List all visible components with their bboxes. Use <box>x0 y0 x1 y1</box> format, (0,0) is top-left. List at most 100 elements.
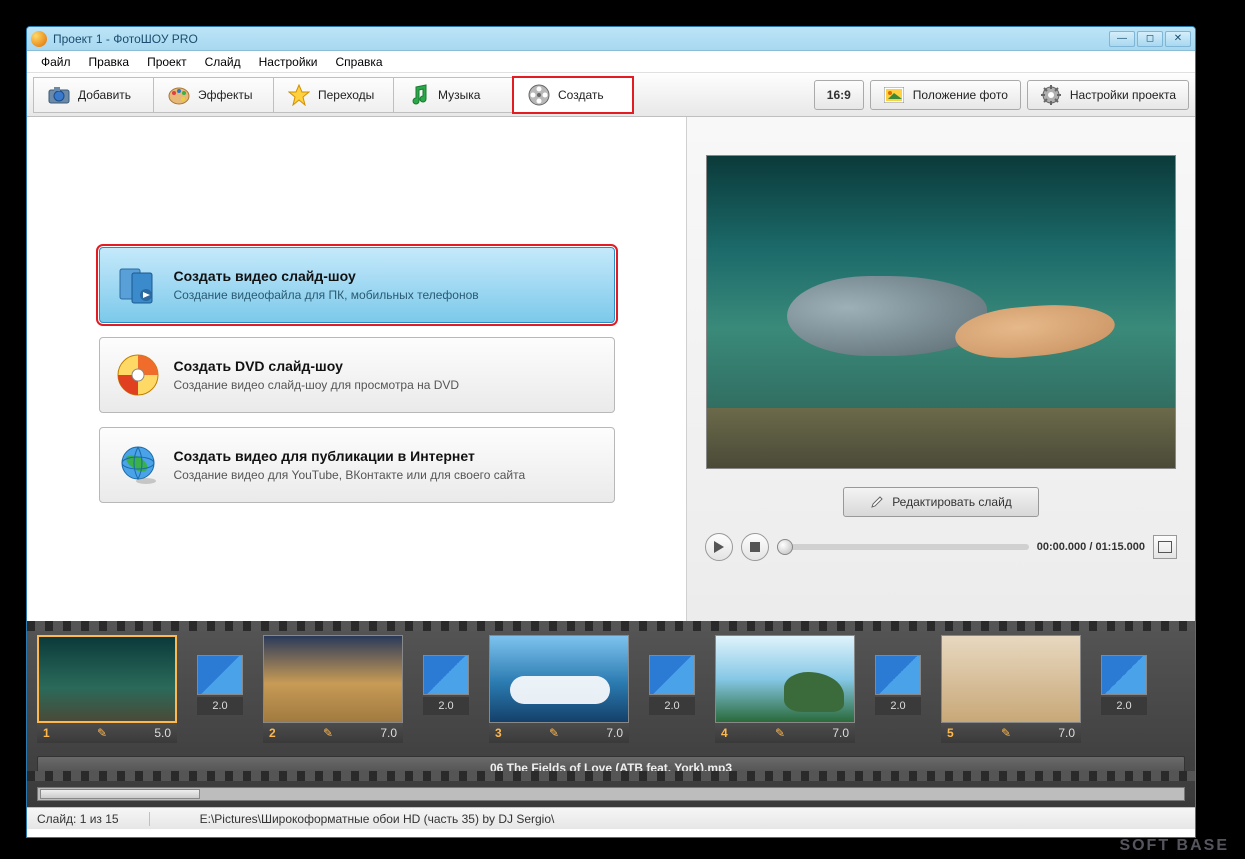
star-icon <box>288 84 310 106</box>
transition-1-dur: 2.0 <box>197 697 243 715</box>
timeline: 1✎5.0 2.0 2✎7.0 2.0 3✎7.0 2.0 4✎7.0 2.0 … <box>27 621 1195 807</box>
slide-2-num: 2 <box>269 726 276 740</box>
menubar: Файл Правка Проект Слайд Настройки Справ… <box>27 51 1195 73</box>
seek-track[interactable] <box>777 544 1029 550</box>
transition-4[interactable]: 2.0 <box>873 655 923 715</box>
create-dvd-desc: Создание видео слайд-шоу для просмотра н… <box>174 378 460 392</box>
transition-2-dur: 2.0 <box>423 697 469 715</box>
edit-slide-button[interactable]: Редактировать слайд <box>843 487 1039 517</box>
stop-button[interactable] <box>741 533 769 561</box>
pencil-icon <box>870 495 884 509</box>
window-title: Проект 1 - ФотоШОУ PRO <box>53 32 1109 46</box>
gear-icon <box>1040 84 1062 106</box>
tab-create[interactable]: Создать <box>513 77 633 113</box>
watermark: SOFT BASE <box>1119 837 1229 855</box>
transition-3[interactable]: 2.0 <box>647 655 697 715</box>
transition-3-dur: 2.0 <box>649 697 695 715</box>
camera-icon <box>48 84 70 106</box>
app-window: Проект 1 - ФотоШОУ PRO ― ◻ ✕ Файл Правка… <box>26 26 1196 838</box>
close-button[interactable]: ✕ <box>1165 31 1191 47</box>
slide-1[interactable]: 1 ✎ 5.0 <box>37 635 177 743</box>
palette-icon <box>168 84 190 106</box>
transition-1[interactable]: 2.0 <box>195 655 245 715</box>
create-web-card[interactable]: Создать видео для публикации в Интернет … <box>99 427 615 503</box>
dvd-icon <box>116 353 160 397</box>
seek-knob[interactable] <box>777 539 793 555</box>
slide-1-num: 1 <box>43 726 50 740</box>
slide-1-dur: 5.0 <box>154 726 171 740</box>
tab-music[interactable]: Музыка <box>393 77 513 113</box>
slide-2[interactable]: 2 ✎ 7.0 <box>263 635 403 743</box>
toolbar: Добавить Эффекты Переходы Музыка Создать… <box>27 73 1195 117</box>
aspect-label: 16:9 <box>827 88 851 102</box>
minimize-button[interactable]: ― <box>1109 31 1135 47</box>
slide-4-num: 4 <box>721 726 728 740</box>
tab-add-label: Добавить <box>78 88 131 102</box>
photo-position-label: Положение фото <box>913 88 1008 102</box>
edit-slide-label: Редактировать слайд <box>892 495 1012 509</box>
tab-transitions[interactable]: Переходы <box>273 77 393 113</box>
aspect-button[interactable]: 16:9 <box>814 80 864 110</box>
maximize-button[interactable]: ◻ <box>1137 31 1163 47</box>
project-settings-button[interactable]: Настройки проекта <box>1027 80 1189 110</box>
transition-4-dur: 2.0 <box>875 697 921 715</box>
photo-icon <box>883 84 905 106</box>
status-slide: Слайд: 1 из 15 <box>37 812 150 826</box>
film-strip-top <box>27 621 1195 631</box>
slide-3-num: 3 <box>495 726 502 740</box>
menu-help[interactable]: Справка <box>327 52 390 72</box>
transition-5[interactable]: 2.0 <box>1099 655 1149 715</box>
create-pane: Создать видео слайд-шоу Создание видеофа… <box>27 117 687 621</box>
menu-slide[interactable]: Слайд <box>197 52 249 72</box>
player-controls: 00:00.000 / 01:15.000 <box>701 533 1181 561</box>
tab-effects-label: Эффекты <box>198 88 253 102</box>
music-icon <box>408 84 430 106</box>
main-body: Создать видео слайд-шоу Создание видеофа… <box>27 117 1195 621</box>
status-path: E:\Pictures\Широкоформатные обои HD (час… <box>200 812 555 826</box>
menu-edit[interactable]: Правка <box>81 52 138 72</box>
pencil-icon[interactable]: ✎ <box>323 726 333 740</box>
statusbar: Слайд: 1 из 15 E:\Pictures\Широкоформатн… <box>27 807 1195 829</box>
create-video-card[interactable]: Создать видео слайд-шоу Создание видеофа… <box>99 247 615 323</box>
timeline-scrollbar[interactable] <box>37 787 1185 801</box>
tab-add[interactable]: Добавить <box>33 77 153 113</box>
tab-transitions-label: Переходы <box>318 88 374 102</box>
film-strip-bottom <box>27 771 1195 781</box>
photo-position-button[interactable]: Положение фото <box>870 80 1021 110</box>
pencil-icon[interactable]: ✎ <box>549 726 559 740</box>
slide-4[interactable]: 4 ✎ 7.0 <box>715 635 855 743</box>
menu-file[interactable]: Файл <box>33 52 79 72</box>
pencil-icon[interactable]: ✎ <box>1001 726 1011 740</box>
create-dvd-card[interactable]: Создать DVD слайд-шоу Создание видео сла… <box>99 337 615 413</box>
video-file-icon <box>116 263 160 307</box>
slide-4-dur: 7.0 <box>832 726 849 740</box>
create-video-title: Создать видео слайд-шоу <box>174 268 479 284</box>
slide-3[interactable]: 3 ✎ 7.0 <box>489 635 629 743</box>
transition-5-dur: 2.0 <box>1101 697 1147 715</box>
play-button[interactable] <box>705 533 733 561</box>
tab-music-label: Музыка <box>438 88 480 102</box>
pencil-icon[interactable]: ✎ <box>97 726 107 740</box>
slide-5-num: 5 <box>947 726 954 740</box>
create-web-desc: Создание видео для YouTube, ВКонтакте ил… <box>174 468 526 482</box>
titlebar[interactable]: Проект 1 - ФотоШОУ PRO ― ◻ ✕ <box>27 27 1195 51</box>
tab-create-label: Создать <box>558 88 604 102</box>
fullscreen-button[interactable] <box>1153 535 1177 559</box>
create-dvd-title: Создать DVD слайд-шоу <box>174 358 460 374</box>
pencil-icon[interactable]: ✎ <box>775 726 785 740</box>
transition-2[interactable]: 2.0 <box>421 655 471 715</box>
slides-row[interactable]: 1✎5.0 2.0 2✎7.0 2.0 3✎7.0 2.0 4✎7.0 2.0 … <box>37 631 1185 748</box>
scrollbar-thumb[interactable] <box>40 789 200 799</box>
slide-5[interactable]: 5✎7.0 <box>941 635 1081 743</box>
app-icon <box>31 31 47 47</box>
menu-project[interactable]: Проект <box>139 52 195 72</box>
preview-image <box>706 155 1176 469</box>
create-web-title: Создать видео для публикации в Интернет <box>174 448 526 464</box>
create-video-desc: Создание видеофайла для ПК, мобильных те… <box>174 288 479 302</box>
tab-effects[interactable]: Эффекты <box>153 77 273 113</box>
slide-2-dur: 7.0 <box>380 726 397 740</box>
project-settings-label: Настройки проекта <box>1070 88 1176 102</box>
slide-3-dur: 7.0 <box>606 726 623 740</box>
time-display: 00:00.000 / 01:15.000 <box>1037 541 1145 553</box>
menu-settings[interactable]: Настройки <box>251 52 326 72</box>
